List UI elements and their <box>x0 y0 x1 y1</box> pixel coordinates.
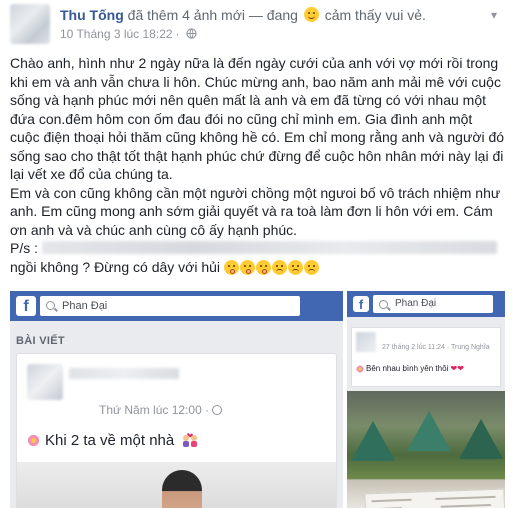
flower-icon <box>27 434 40 447</box>
side-avatar <box>356 332 376 352</box>
tent-shape <box>407 411 451 451</box>
post-paragraph-1: Chào anh, hình như 2 ngày nữa là đến ngà… <box>10 55 505 182</box>
author-name[interactable]: Thu Tống <box>60 7 124 23</box>
search-icon <box>46 301 55 310</box>
post-paragraph-2: Em và con cũng không cần một người chồng… <box>10 184 501 238</box>
kiss-emoji-icon <box>255 259 271 275</box>
section-label: BÀI VIẾT <box>16 335 65 347</box>
side-photo-scene <box>347 391 505 508</box>
facebook-logo-icon: f <box>353 296 369 312</box>
kiss-emoji-icon <box>223 259 239 275</box>
side-post-time: 27 tháng 2 lúc 11:24 · Trung Nghĩa <box>382 344 490 351</box>
document-image <box>364 488 505 508</box>
inner-status-text: Khi 2 ta về một nhà <box>45 432 175 449</box>
flower-icon <box>356 365 364 373</box>
inner-avatar <box>27 364 63 400</box>
post-feeling: cảm thấy vui vẻ. <box>324 7 426 23</box>
pensive-emoji-icon <box>303 259 319 275</box>
post-body: Chào anh, hình như 2 ngày nữa là đến ngà… <box>10 54 505 276</box>
fb-top-bar: f Phan Đại <box>347 291 505 317</box>
heart-icon: ❤❤ <box>450 364 464 373</box>
side-status: Bên nhau bình yên thôi ❤❤ <box>356 364 464 373</box>
search-text: Phan Đại <box>395 298 437 309</box>
photo-2[interactable]: f Phan Đại 27 tháng 2 lúc 11:24 · Trung … <box>347 291 505 508</box>
globe-icon <box>212 405 223 415</box>
kiss-emoji-icon <box>239 259 255 275</box>
tent-shape <box>351 421 395 461</box>
inner-status: Khi 2 ta về một nhà <box>27 432 199 449</box>
inner-post-time: Thứ Năm lúc 12:00 · <box>99 403 223 417</box>
tent-shape <box>459 419 503 459</box>
redacted-name <box>69 368 179 379</box>
search-box: Phan Đại <box>373 295 493 313</box>
ps-label: P/s : <box>10 240 39 256</box>
side-post-card: 27 tháng 2 lúc 11:24 · Trung Nghĩa Bên n… <box>351 327 501 387</box>
search-box: Phan Đại <box>40 296 300 316</box>
search-icon <box>379 300 388 309</box>
search-text: Phan Đại <box>62 300 108 312</box>
ps-tail-text: ngồi không ? Đừng có dây với hủi <box>10 258 221 275</box>
redacted-text <box>41 241 497 254</box>
post-ps-tail: ngồi không ? Đừng có dây với hủi <box>10 258 505 277</box>
person-image <box>162 470 202 508</box>
pensive-emoji-icon <box>271 259 287 275</box>
inner-post-card: Thứ Năm lúc 12:00 · Khi 2 ta về một nhà <box>16 353 337 508</box>
side-status-text: Bên nhau bình yên thôi <box>366 364 449 373</box>
post-timestamp[interactable]: 10 Tháng 3 lúc 18:22 <box>60 27 173 41</box>
author-avatar[interactable] <box>10 4 50 44</box>
photo-grid: f Phan Đại BÀI VIẾT Thứ Năm lúc 12:00 · … <box>10 291 505 508</box>
post-header: Thu Tống đã thêm 4 ảnh mới — đang cảm th… <box>0 0 513 46</box>
post-action: đã thêm 4 ảnh mới — đang <box>127 7 298 23</box>
smile-emoji-icon <box>303 7 319 22</box>
couple-heart-icon <box>183 433 198 447</box>
globe-icon[interactable] <box>186 28 197 39</box>
pensive-emoji-icon <box>287 259 303 275</box>
post-ps-line: P/s : <box>10 239 505 258</box>
post-meta: 10 Tháng 3 lúc 18:22 · <box>60 27 197 41</box>
facebook-logo-icon: f <box>16 296 36 316</box>
photo-1[interactable]: f Phan Đại BÀI VIẾT Thứ Năm lúc 12:00 · … <box>10 291 343 508</box>
fb-top-bar: f Phan Đại <box>10 291 343 321</box>
inner-time-text: Thứ Năm lúc 12:00 · <box>99 403 210 417</box>
post-headline: Thu Tống đã thêm 4 ảnh mới — đang cảm th… <box>60 7 426 23</box>
post-options-chevron-icon[interactable]: ▾ <box>485 6 503 24</box>
inner-photo <box>17 462 336 508</box>
